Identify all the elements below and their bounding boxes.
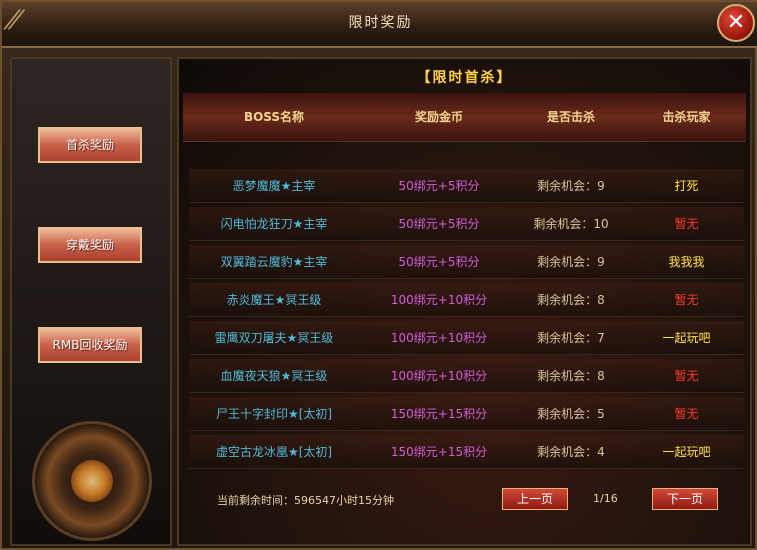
column-header-reward: 奖励金币 xyxy=(414,110,463,124)
remaining-chances: 剩余机会：8 xyxy=(537,293,605,307)
table-row: 血魔夜天狼★冥王级 100绑元+10积分 剩余机会：8 暂无 xyxy=(189,359,744,393)
killer-name: 我我我 xyxy=(668,255,705,269)
table-row: 闪电怕龙狂刀★主宰 50绑元+5积分 剩余机会：10 暂无 xyxy=(189,207,744,241)
killer-name: 暂无 xyxy=(674,293,699,307)
boss-name: 雷鹰双刀屠夫★冥王级 xyxy=(214,331,334,345)
remaining-chances: 剩余机会：8 xyxy=(537,369,605,383)
killer-name: 一起玩吧 xyxy=(662,445,711,459)
table-row: 虚空古龙冰凰★[太初] 150绑元+15积分 剩余机会：4 一起玩吧 xyxy=(189,435,744,469)
remaining-chances: 剩余机会：9 xyxy=(537,255,605,269)
sidebar-item-first-kill[interactable]: 首杀奖励 xyxy=(38,127,142,163)
close-button[interactable]: ✕ xyxy=(717,4,755,42)
remaining-chances: 剩余机会：10 xyxy=(533,217,609,231)
reward-value: 100绑元+10积分 xyxy=(390,331,488,345)
title-bar: ⁄⁄ 限时奖励 ✕ xyxy=(2,2,757,48)
table-row: 赤炎魔王★冥王级 100绑元+10积分 剩余机会：8 暂无 xyxy=(189,283,744,317)
reward-window: ⁄⁄ 限时奖励 ✕ 首杀奖励 穿戴奖励 RMB回收奖励 【限时首杀】 BOSS名… xyxy=(0,0,757,550)
remaining-time: 当前剩余时间：596547小时15分钟 xyxy=(217,494,394,507)
boss-name: 尸王十字封印★[太初] xyxy=(215,407,333,421)
reward-value: 100绑元+10积分 xyxy=(390,293,488,307)
boss-name: 闪电怕龙狂刀★主宰 xyxy=(220,217,328,231)
remaining-chances: 剩余机会：5 xyxy=(537,407,605,421)
killer-name: 暂无 xyxy=(674,407,699,421)
table-row: 恶梦魔魔★主宰 50绑元+5积分 剩余机会：9 打死 xyxy=(189,169,744,203)
column-header-killed: 是否击杀 xyxy=(546,110,595,124)
table-row: 双翼踏云魔豹★主宰 50绑元+5积分 剩余机会：9 我我我 xyxy=(189,245,744,279)
boss-name: 恶梦魔魔★主宰 xyxy=(232,179,316,193)
boss-name: 双翼踏云魔豹★主宰 xyxy=(220,255,328,269)
window-title: 限时奖励 xyxy=(348,15,413,31)
reward-value: 50绑元+5积分 xyxy=(398,217,480,231)
boss-name: 赤炎魔王★冥王级 xyxy=(226,293,322,307)
reward-value: 100绑元+10积分 xyxy=(390,369,488,383)
boss-name: 血魔夜天狼★冥王级 xyxy=(220,369,328,383)
next-page-button[interactable]: 下一页 xyxy=(652,488,718,510)
panel-subtitle: 【限时首杀】 xyxy=(416,70,513,86)
sidebar: 首杀奖励 穿戴奖励 RMB回收奖励 xyxy=(10,57,172,546)
sidebar-item-rmb-recycle[interactable]: RMB回收奖励 xyxy=(38,327,142,363)
column-header-boss: BOSS名称 xyxy=(243,110,305,124)
remaining-chances: 剩余机会：7 xyxy=(537,331,605,345)
reward-value: 50绑元+5积分 xyxy=(398,255,480,269)
prev-page-button[interactable]: 上一页 xyxy=(502,488,568,510)
reward-value: 150绑元+15积分 xyxy=(390,407,488,421)
page-indicator: 1/16 xyxy=(593,492,618,505)
column-header-killer: 击杀玩家 xyxy=(662,110,711,124)
killer-name: 一起玩吧 xyxy=(662,331,711,345)
main-panel: 【限时首杀】 BOSS名称 奖励金币 是否击杀 击杀玩家 恶梦魔魔★主宰 50绑元… xyxy=(177,57,752,546)
sidebar-item-wear[interactable]: 穿戴奖励 xyxy=(38,227,142,263)
boss-name: 虚空古龙冰凰★[太初] xyxy=(215,445,333,459)
reward-value: 50绑元+5积分 xyxy=(398,179,480,193)
killer-name: 暂无 xyxy=(674,369,699,383)
remaining-chances: 剩余机会：9 xyxy=(537,179,605,193)
table-row: 雷鹰双刀屠夫★冥王级 100绑元+10积分 剩余机会：7 一起玩吧 xyxy=(189,321,744,355)
remaining-chances: 剩余机会：4 xyxy=(537,445,605,459)
table-row: 尸王十字封印★[太初] 150绑元+15积分 剩余机会：5 暂无 xyxy=(189,397,744,431)
emblem-icon xyxy=(32,421,152,541)
killer-name: 打死 xyxy=(674,179,699,193)
reward-value: 150绑元+15积分 xyxy=(390,445,488,459)
killer-name: 暂无 xyxy=(674,217,699,231)
